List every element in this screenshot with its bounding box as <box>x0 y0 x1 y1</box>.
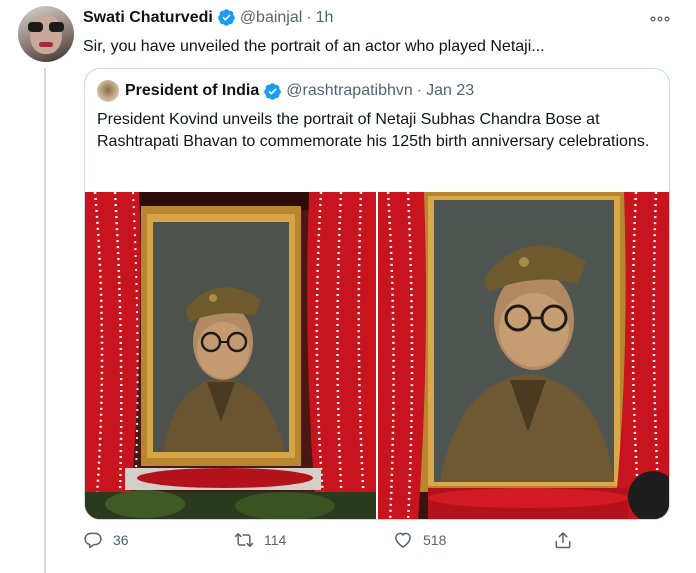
quoted-tweet[interactable]: President of India @rashtrapatibhvn · Ja… <box>84 68 670 520</box>
quoted-author-name: President of India <box>125 82 260 99</box>
quoted-tweet-time: Jan 23 <box>426 82 475 99</box>
share-icon <box>555 532 571 549</box>
tweet-actions: 36 114 518 <box>83 530 583 556</box>
media-grid <box>85 192 669 519</box>
thread-line <box>44 68 46 573</box>
portrait-photo-closeup[interactable] <box>378 192 669 519</box>
verified-badge-icon <box>217 9 235 26</box>
author-handle[interactable]: @bainjal <box>240 9 303 27</box>
reply-icon <box>84 532 102 549</box>
author-name[interactable]: Swati Chaturvedi <box>83 9 213 27</box>
quoted-tweet-text: President Kovind unveils the portrait of… <box>97 111 650 150</box>
quoted-tweet-header: President of India @rashtrapatibhvn · Ja… <box>97 80 474 102</box>
quoted-author-handle: @rashtrapatibhvn <box>286 82 413 99</box>
share-button[interactable] <box>553 530 583 550</box>
portrait-photo[interactable] <box>85 192 376 519</box>
heart-icon <box>395 532 411 548</box>
quoted-avatar <box>97 80 119 102</box>
avatar-face <box>30 14 62 54</box>
avatar-lips <box>39 42 53 47</box>
like-count: 518 <box>423 532 447 548</box>
tweet-header: Swati Chaturvedi @bainjal · 1h <box>83 8 333 27</box>
retweet-button[interactable]: 114 <box>234 530 286 550</box>
avatar[interactable] <box>18 6 74 62</box>
more-horizontal-icon[interactable] <box>650 14 670 24</box>
retweet-count: 114 <box>264 532 287 548</box>
separator-dot: · <box>416 82 423 99</box>
portrait-photo-image <box>85 192 376 519</box>
reply-count: 36 <box>113 532 129 548</box>
tweet-time[interactable]: 1h <box>316 9 334 27</box>
like-button[interactable]: 518 <box>393 530 446 550</box>
tweet-text: Sir, you have unveiled the portrait of a… <box>83 38 545 55</box>
verified-badge-icon <box>264 82 282 100</box>
separator-dot: · <box>306 8 312 26</box>
tweet[interactable]: Swati Chaturvedi @bainjal · 1h Sir, you … <box>0 0 696 573</box>
portrait-photo-closeup-image <box>378 192 669 519</box>
avatar-sunglasses <box>28 22 64 32</box>
reply-button[interactable]: 36 <box>83 530 129 550</box>
retweet-icon <box>234 533 254 547</box>
